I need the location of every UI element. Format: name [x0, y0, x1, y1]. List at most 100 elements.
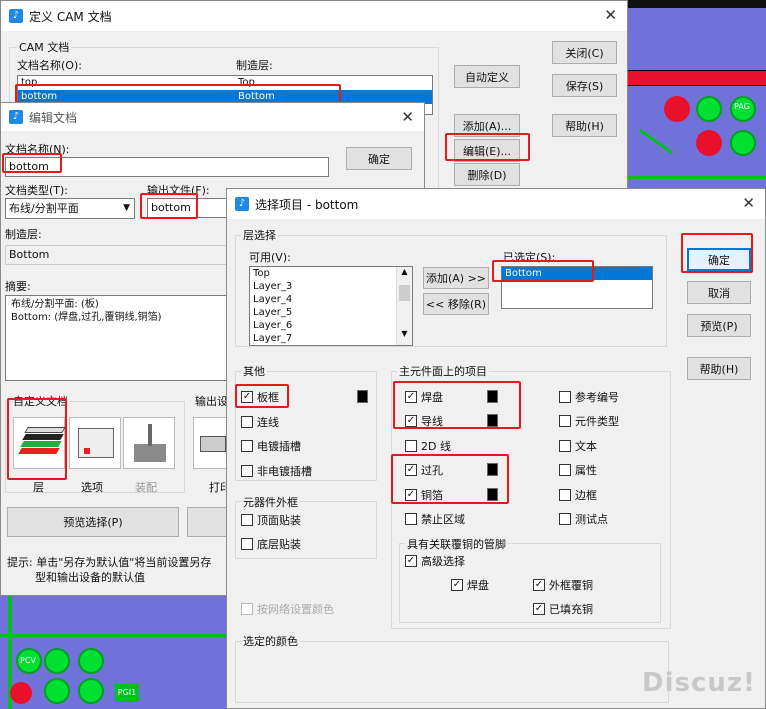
scroll-up-icon[interactable]: ▲ — [397, 267, 412, 283]
layer-icon-label: 层 — [33, 481, 44, 494]
cancel-button[interactable]: 取消 — [687, 281, 751, 304]
scrollbar[interactable]: ▲ ▼ — [396, 267, 412, 345]
help-button[interactable]: 帮助(H) — [687, 357, 751, 380]
board-outline-checkbox[interactable]: ✓ 板框 — [241, 389, 279, 405]
scroll-down-icon[interactable]: ▼ — [397, 329, 412, 345]
pcb-trace — [626, 176, 766, 179]
pcb-pad — [44, 648, 70, 674]
edit-title-bar: ♪ 编辑文档 ✕ — [1, 103, 424, 131]
close-icon[interactable]: ✕ — [604, 6, 617, 24]
comp-outline-title: 元器件外框 — [241, 494, 300, 510]
delete-button[interactable]: 删除(D) — [454, 163, 520, 186]
pad-checkbox[interactable]: ✓ 焊盘 — [405, 389, 443, 405]
list-item[interactable]: Bottom — [502, 267, 652, 280]
pcb-pad-red — [664, 96, 690, 122]
list-item[interactable]: Layer_7 — [250, 332, 412, 345]
options-icon[interactable] — [69, 417, 121, 469]
select-title-bar: ♪ 选择项目 - bottom ✕ — [227, 189, 765, 219]
keepout-checkbox[interactable]: 禁止区域 — [405, 511, 465, 527]
outline-copper-checkbox[interactable]: ✓ 外框覆铜 — [533, 577, 593, 593]
pin-pad-checkbox[interactable]: ✓ 焊盘 — [451, 577, 489, 593]
outline-checkbox[interactable]: 边框 — [559, 487, 597, 503]
copper-checkbox[interactable]: ✓ 铜箔 — [405, 487, 443, 503]
via-checkbox[interactable]: ✓ 过孔 — [405, 462, 443, 478]
checkbox-label: 过孔 — [421, 464, 443, 477]
summary-label: 摘要: — [5, 280, 31, 293]
secondary-button[interactable] — [187, 507, 231, 537]
add-button[interactable]: 添加(A)... — [454, 114, 520, 137]
trace-checkbox[interactable]: ✓ 导线 — [405, 413, 443, 429]
connection-checkbox[interactable]: 连线 — [241, 414, 279, 430]
checkbox-label: 2D 线 — [421, 440, 451, 453]
checkbox-label: 铜箔 — [421, 489, 443, 502]
help-button[interactable]: 帮助(H) — [552, 114, 617, 137]
assembly-icon[interactable] — [123, 417, 175, 469]
remove-layer-button[interactable]: << 移除(R) — [423, 293, 489, 315]
available-list[interactable]: Top Layer_3 Layer_4 Layer_5 Layer_6 Laye… — [249, 266, 413, 346]
filled-copper-checkbox[interactable]: ✓ 已填充铜 — [533, 601, 593, 617]
test-point-checkbox[interactable]: 测试点 — [559, 511, 608, 527]
add-layer-button[interactable]: 添加(A) >> — [423, 267, 489, 289]
2d-line-checkbox[interactable]: 2D 线 — [405, 438, 451, 454]
save-button[interactable]: 保存(S) — [552, 74, 617, 97]
advanced-select-checkbox[interactable]: ✓ 高级选择 — [405, 553, 465, 569]
list-item[interactable]: top Top — [18, 76, 432, 90]
check-icon: ✓ — [405, 415, 417, 427]
part-type-checkbox[interactable]: 元件类型 — [559, 413, 619, 429]
nonplated-slot-checkbox[interactable]: 非电镀插槽 — [241, 463, 312, 479]
layer-field: Bottom — [5, 245, 227, 265]
printer-icon[interactable] — [193, 417, 229, 469]
layer-stack-icon[interactable] — [13, 417, 66, 469]
close-icon[interactable]: ✕ — [742, 194, 755, 212]
check-icon: ✓ — [405, 489, 417, 501]
color-swatch[interactable] — [357, 390, 368, 403]
text-checkbox[interactable]: 文本 — [559, 438, 597, 454]
main-items-title: 主元件面上的项目 — [397, 363, 489, 379]
doc-name-input[interactable]: bottom — [5, 157, 329, 177]
bottom-mount-checkbox[interactable]: 底层贴装 — [241, 536, 301, 552]
layer-label: 制造层: — [5, 228, 42, 241]
pcb-view-right: PAG — [626, 0, 766, 190]
color-swatch[interactable] — [487, 390, 498, 403]
doc-type-value: 布线/分割平面 — [9, 202, 79, 215]
pcb-pad — [78, 678, 104, 704]
edit-button[interactable]: 编辑(E)... — [454, 139, 520, 162]
selected-list[interactable]: Bottom — [501, 266, 653, 309]
ref-des-checkbox[interactable]: 参考编号 — [559, 389, 619, 405]
color-swatch[interactable] — [487, 414, 498, 427]
preview-button[interactable]: 预览(P) — [687, 314, 751, 337]
pcb-label: PGI1 — [115, 684, 139, 702]
list-item[interactable]: Layer_3 — [250, 280, 412, 293]
checkbox-label: 高级选择 — [421, 555, 465, 568]
assembly-icon-label: 装配 — [135, 481, 157, 494]
hint-text: 提示: 单击"另存为默认值"将当前设置另存 — [7, 556, 212, 569]
checkbox-label: 板框 — [257, 391, 279, 404]
select-window-title: 选择项目 - bottom — [255, 197, 359, 212]
pcb-pad — [696, 96, 722, 122]
auto-define-button[interactable]: 自动定义 — [454, 65, 520, 88]
plated-slot-checkbox[interactable]: 电镀插槽 — [241, 438, 301, 454]
options-icon-label: 选项 — [81, 481, 103, 494]
checkbox-label: 属性 — [575, 464, 597, 477]
list-item[interactable]: Layer_4 — [250, 293, 412, 306]
doc-type-select[interactable]: 布线/分割平面 ▼ — [5, 198, 135, 219]
select-items-window: ♪ 选择项目 - bottom ✕ 层选择 可用(V): Top Layer_3… — [226, 188, 766, 709]
attribute-checkbox[interactable]: 属性 — [559, 462, 597, 478]
top-mount-checkbox[interactable]: 顶面贴装 — [241, 512, 301, 528]
color-swatch[interactable] — [487, 463, 498, 476]
color-swatch[interactable] — [487, 488, 498, 501]
close-icon[interactable]: ✕ — [401, 108, 414, 126]
close-button[interactable]: 关闭(C) — [552, 41, 617, 64]
other-title: 其他 — [241, 363, 267, 379]
list-item[interactable]: Layer_6 — [250, 319, 412, 332]
checkbox-label: 文本 — [575, 440, 597, 453]
pcb-trace — [0, 634, 230, 637]
ok-button[interactable]: 确定 — [346, 147, 412, 170]
preview-select-button[interactable]: 预览选择(P) — [7, 507, 179, 537]
list-item[interactable]: Top — [250, 267, 412, 280]
checkbox-label: 底层贴装 — [257, 538, 301, 551]
output-file-label: 输出文件(F): — [147, 184, 210, 197]
output-file-input[interactable]: bottom — [147, 198, 227, 218]
list-item[interactable]: Layer_5 — [250, 306, 412, 319]
ok-button[interactable]: 确定 — [687, 248, 751, 271]
